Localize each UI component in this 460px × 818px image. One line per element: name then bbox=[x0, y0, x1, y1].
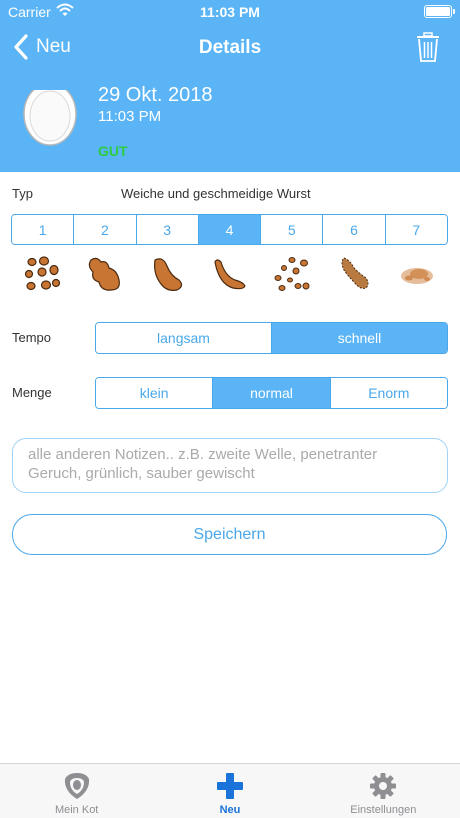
tab-einstellungen[interactable]: Einstellungen bbox=[307, 764, 460, 818]
type-description: Weiche und geschmeidige Wurst bbox=[121, 186, 311, 201]
page-title: Details bbox=[198, 37, 262, 58]
type-option-4[interactable]: 4 bbox=[197, 215, 261, 244]
type-label: Typ bbox=[12, 186, 33, 201]
tab-neu[interactable]: Neu bbox=[153, 764, 306, 818]
type-selector: 1 2 3 4 5 6 7 bbox=[11, 214, 448, 245]
tempo-option-slow[interactable]: langsam bbox=[96, 323, 271, 353]
tempo-label: Tempo bbox=[12, 330, 52, 345]
tab-mein-kot[interactable]: Mein Kot bbox=[0, 764, 153, 818]
tempo-option-fast[interactable]: schnell bbox=[271, 323, 447, 353]
menge-label: Menge bbox=[12, 385, 52, 400]
stool-type-3-icon[interactable] bbox=[136, 252, 198, 296]
header: Carrier 11:03 PM Neu Details 29 Okt. 201… bbox=[0, 0, 460, 172]
entry-date: 29 Okt. 2018 bbox=[98, 84, 213, 106]
stool-type-5-icon[interactable] bbox=[261, 252, 323, 296]
tab-label: Neu bbox=[219, 804, 241, 816]
stool-type-7-icon[interactable] bbox=[386, 252, 448, 296]
tab-label: Mein Kot bbox=[54, 804, 99, 816]
tab-bar: Mein Kot Neu Einstellungen bbox=[0, 763, 460, 818]
tempo-selector: langsam schnell bbox=[95, 322, 448, 354]
type-option-1[interactable]: 1 bbox=[12, 215, 74, 244]
stool-type-6-icon[interactable] bbox=[323, 252, 385, 296]
tab-label: Einstellungen bbox=[350, 804, 417, 816]
notes-input[interactable]: alle anderen Notizen.. z.B. zweite Welle… bbox=[12, 438, 448, 493]
menge-option-huge[interactable]: Enorm bbox=[329, 378, 447, 408]
status-bar: Carrier 11:03 PM bbox=[0, 0, 460, 24]
stool-type-4-icon[interactable] bbox=[198, 252, 260, 296]
type-option-3[interactable]: 3 bbox=[135, 215, 198, 244]
entry-time: 11:03 PM bbox=[98, 108, 162, 125]
shield-icon bbox=[64, 773, 89, 799]
rating-label: GUT bbox=[98, 143, 128, 159]
menge-selector: klein normal Enorm bbox=[95, 377, 448, 409]
stool-type-icons bbox=[11, 252, 448, 296]
notes-placeholder: alle anderen Notizen.. z.B. zweite Welle… bbox=[28, 446, 378, 482]
type-option-6[interactable]: 6 bbox=[322, 215, 385, 244]
battery-icon bbox=[424, 5, 455, 18]
toilet-icon bbox=[23, 80, 77, 146]
stool-type-2-icon[interactable] bbox=[73, 252, 135, 296]
menge-option-normal[interactable]: normal bbox=[212, 378, 330, 408]
type-option-2[interactable]: 2 bbox=[73, 215, 136, 244]
gear-icon bbox=[370, 773, 397, 799]
save-button[interactable]: Speichern bbox=[12, 514, 447, 555]
trash-icon[interactable] bbox=[416, 32, 440, 62]
menge-option-small[interactable]: klein bbox=[96, 378, 213, 408]
navigation-bar: Neu Details bbox=[0, 28, 460, 68]
type-option-7[interactable]: 7 bbox=[384, 215, 447, 244]
stool-type-1-icon[interactable] bbox=[11, 252, 73, 296]
plus-icon bbox=[216, 773, 243, 799]
type-option-5[interactable]: 5 bbox=[260, 215, 323, 244]
status-time: 11:03 PM bbox=[200, 4, 260, 20]
